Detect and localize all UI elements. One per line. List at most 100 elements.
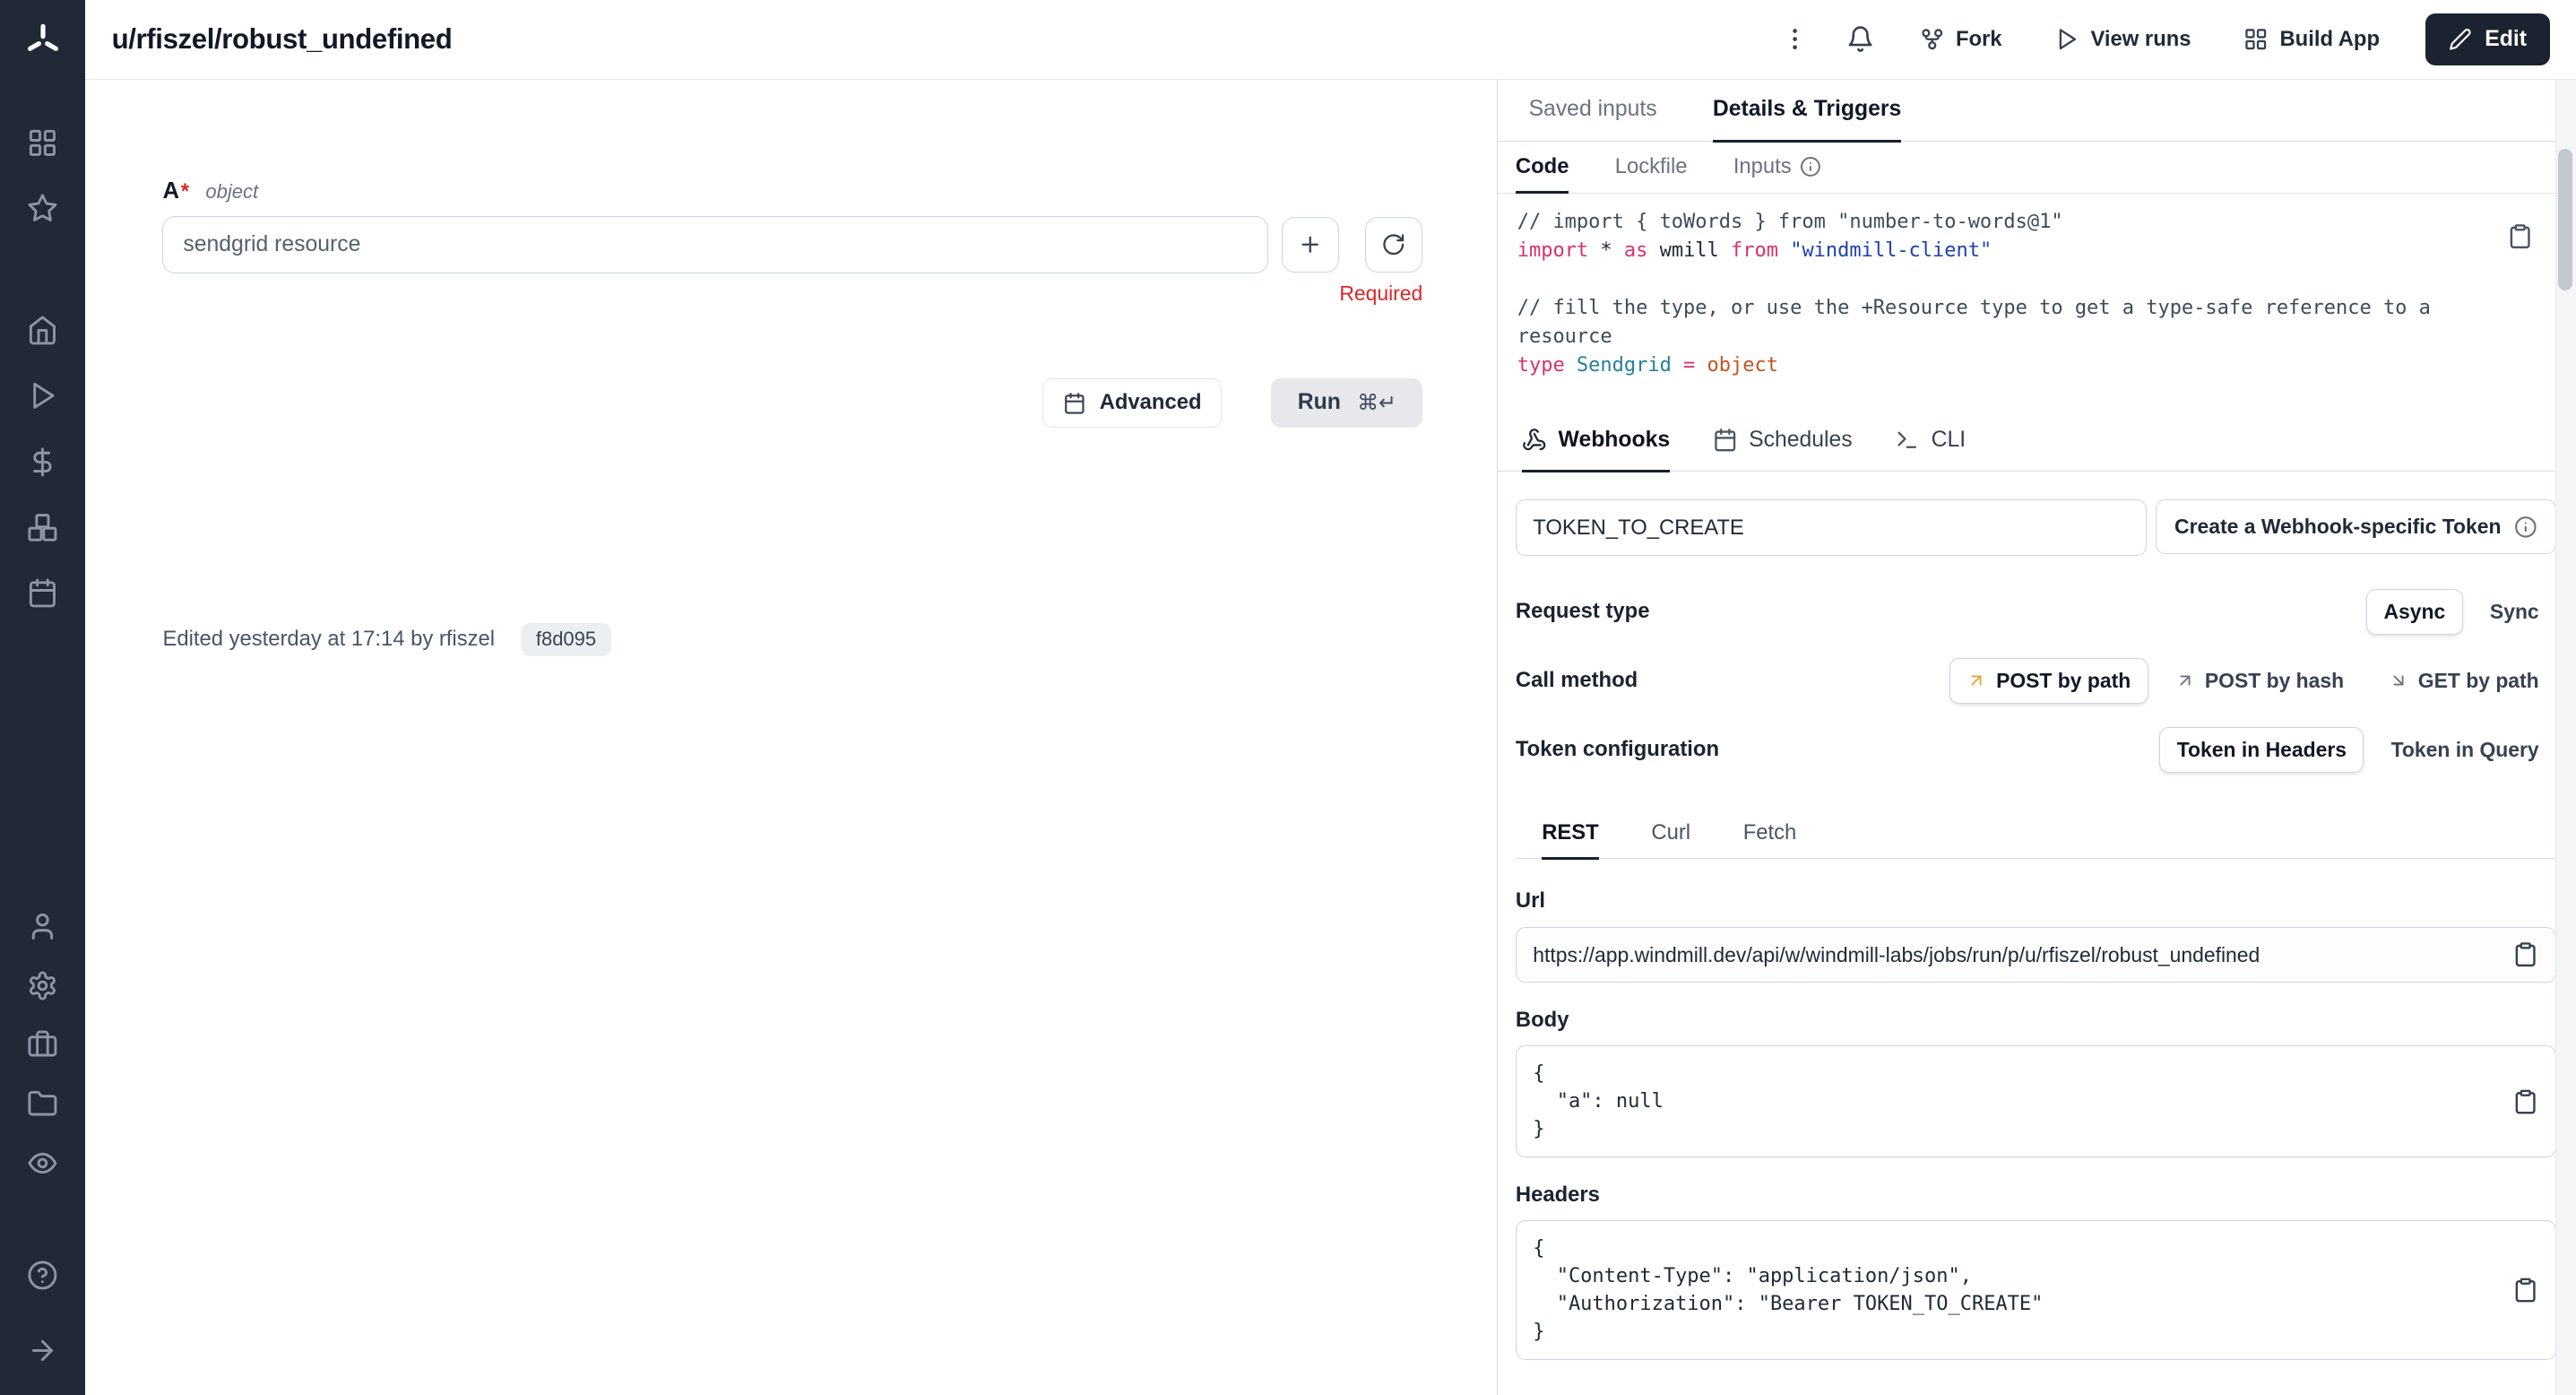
advanced-button[interactable]: Advanced: [1042, 378, 1222, 428]
sidebar-item-users[interactable]: [14, 899, 70, 955]
headers-line: "Content-Type": "application/json",: [1533, 1262, 2489, 1290]
more-options-button[interactable]: [1768, 13, 1821, 66]
call-method-group: POST by path POST by hash GET by path: [1949, 658, 2556, 704]
tab-saved-inputs[interactable]: Saved inputs: [1529, 80, 1657, 143]
copy-body-button[interactable]: [2512, 1088, 2538, 1114]
arrow-right-icon: [27, 1335, 58, 1366]
request-type-row: Request type Async Sync: [1516, 589, 2556, 635]
view-runs-button[interactable]: View runs: [2035, 13, 2210, 66]
advanced-label: Advanced: [1100, 390, 1202, 415]
scrollbar-thumb[interactable]: [2558, 149, 2572, 290]
tab-schedules-label: Schedules: [1749, 428, 1853, 453]
gear-icon: [27, 970, 58, 1001]
pencil-icon: [2449, 28, 2472, 51]
eye-icon: [27, 1148, 58, 1179]
code-token: type: [1517, 354, 1565, 377]
run-shortcut: ⌘↵: [1357, 390, 1396, 416]
notifications-button[interactable]: [1834, 13, 1887, 66]
code-line: import * as wmill from "windmill-client": [1517, 237, 2491, 265]
option-get-by-path-label: GET by path: [2418, 669, 2539, 693]
tab-inputs[interactable]: Inputs: [1733, 142, 1821, 195]
copy-url-button[interactable]: [2512, 941, 2538, 967]
sidebar-item-audit-logs[interactable]: [14, 1136, 70, 1191]
main-area: u/rfiszel/robust_undefined Fork View run…: [85, 0, 2576, 1395]
help-circle-icon: [27, 1260, 58, 1291]
arrow-up-right-icon: [2175, 671, 2195, 690]
boxes-icon: [27, 512, 58, 543]
user-icon: [27, 911, 58, 942]
tab-curl[interactable]: Curl: [1651, 809, 1690, 860]
code-viewer[interactable]: // import { toWords } from "number-to-wo…: [1498, 194, 2556, 401]
call-method-row: Call method POST by path POST by hash: [1516, 658, 2556, 704]
option-post-by-hash[interactable]: POST by hash: [2158, 658, 2362, 704]
windmill-logo[interactable]: [22, 20, 65, 63]
arrow-down-right-icon: [2389, 671, 2408, 690]
code-token: wmill: [1647, 239, 1731, 262]
tab-rest[interactable]: REST: [1542, 809, 1599, 860]
view-runs-label: View runs: [2090, 27, 2191, 52]
code-comment: // fill the type, or use the +Resource t…: [1517, 297, 2442, 348]
tab-webhooks[interactable]: Webhooks: [1522, 411, 1670, 473]
example-tabs: REST Curl Fetch: [1516, 809, 2556, 859]
tab-code[interactable]: Code: [1516, 142, 1569, 195]
sidebar-item-settings[interactable]: [14, 958, 70, 1014]
sidebar-item-folders[interactable]: [14, 1077, 70, 1132]
windmill-app: u/rfiszel/robust_undefined Fork View run…: [0, 0, 2576, 1395]
code-token: object: [1707, 354, 1778, 377]
run-button[interactable]: Run ⌘↵: [1271, 378, 1422, 428]
fork-button[interactable]: Fork: [1900, 13, 2022, 66]
tab-lockfile[interactable]: Lockfile: [1615, 142, 1688, 195]
details-pane: Saved inputs Details & Triggers Code Loc…: [1497, 80, 2576, 1395]
token-input[interactable]: [1516, 499, 2147, 555]
code-line: type Sendgrid = object: [1517, 351, 2491, 380]
play-icon: [2054, 27, 2079, 51]
code-token: Sendgrid: [1565, 354, 1683, 377]
add-resource-button[interactable]: [1282, 217, 1339, 273]
sidebar-expand-button[interactable]: [14, 1322, 70, 1378]
option-async[interactable]: Async: [2366, 589, 2462, 635]
plus-icon: [1298, 232, 1322, 256]
option-post-by-path[interactable]: POST by path: [1949, 658, 2148, 704]
edit-button[interactable]: Edit: [2425, 13, 2549, 66]
sidebar-item-resources[interactable]: [14, 499, 70, 555]
sidebar-item-favorites[interactable]: [14, 181, 70, 237]
refresh-button[interactable]: [1365, 217, 1422, 273]
page-title: u/rfiszel/robust_undefined: [112, 23, 453, 56]
tab-fetch[interactable]: Fetch: [1743, 809, 1797, 860]
sidebar-item-schedules[interactable]: [14, 565, 70, 620]
version-hash-badge[interactable]: f8d095: [521, 623, 610, 656]
sidebar-item-apps[interactable]: [14, 115, 70, 170]
info-icon: [2514, 516, 2537, 539]
trigger-tabs: Webhooks Schedules CLI: [1498, 411, 2556, 472]
option-token-in-headers[interactable]: Token in Headers: [2159, 727, 2364, 773]
tab-details-triggers[interactable]: Details & Triggers: [1713, 80, 1901, 143]
info-icon: [1800, 156, 1821, 178]
sidebar-item-variables[interactable]: [14, 434, 70, 490]
tab-cli[interactable]: CLI: [1895, 411, 1966, 473]
calendar-icon: [1063, 392, 1086, 415]
token-configuration-label: Token configuration: [1516, 737, 1719, 762]
topbar-actions: Fork View runs Build App Edit: [1768, 13, 2550, 66]
request-type-label: Request type: [1516, 599, 1650, 624]
code-line: [1517, 265, 2491, 294]
option-get-by-path[interactable]: GET by path: [2371, 658, 2556, 704]
sidebar-item-runs[interactable]: [14, 368, 70, 423]
sidebar-item-home[interactable]: [14, 302, 70, 358]
panel-scrollbar[interactable]: [2555, 80, 2576, 1395]
option-sync[interactable]: Sync: [2473, 589, 2556, 635]
clipboard-icon: [2512, 1278, 2538, 1304]
body-line: "a": null: [1533, 1087, 2489, 1115]
code-token: import: [1517, 239, 1588, 262]
tab-schedules[interactable]: Schedules: [1713, 411, 1853, 473]
build-app-button[interactable]: Build App: [2224, 13, 2399, 66]
run-form-pane: A* object Required: [85, 80, 1496, 1395]
copy-headers-button[interactable]: [2512, 1278, 2538, 1304]
option-token-in-query[interactable]: Token in Query: [2373, 727, 2556, 773]
bell-icon: [1846, 25, 1874, 53]
sidebar-item-help[interactable]: [14, 1247, 70, 1303]
copy-code-button[interactable]: [2507, 223, 2533, 249]
create-webhook-token-button[interactable]: Create a Webhook-specific Token: [2156, 499, 2556, 553]
sidebar-item-workers[interactable]: [14, 1018, 70, 1073]
calendar-icon: [1713, 428, 1737, 452]
argument-input[interactable]: [162, 216, 1268, 273]
